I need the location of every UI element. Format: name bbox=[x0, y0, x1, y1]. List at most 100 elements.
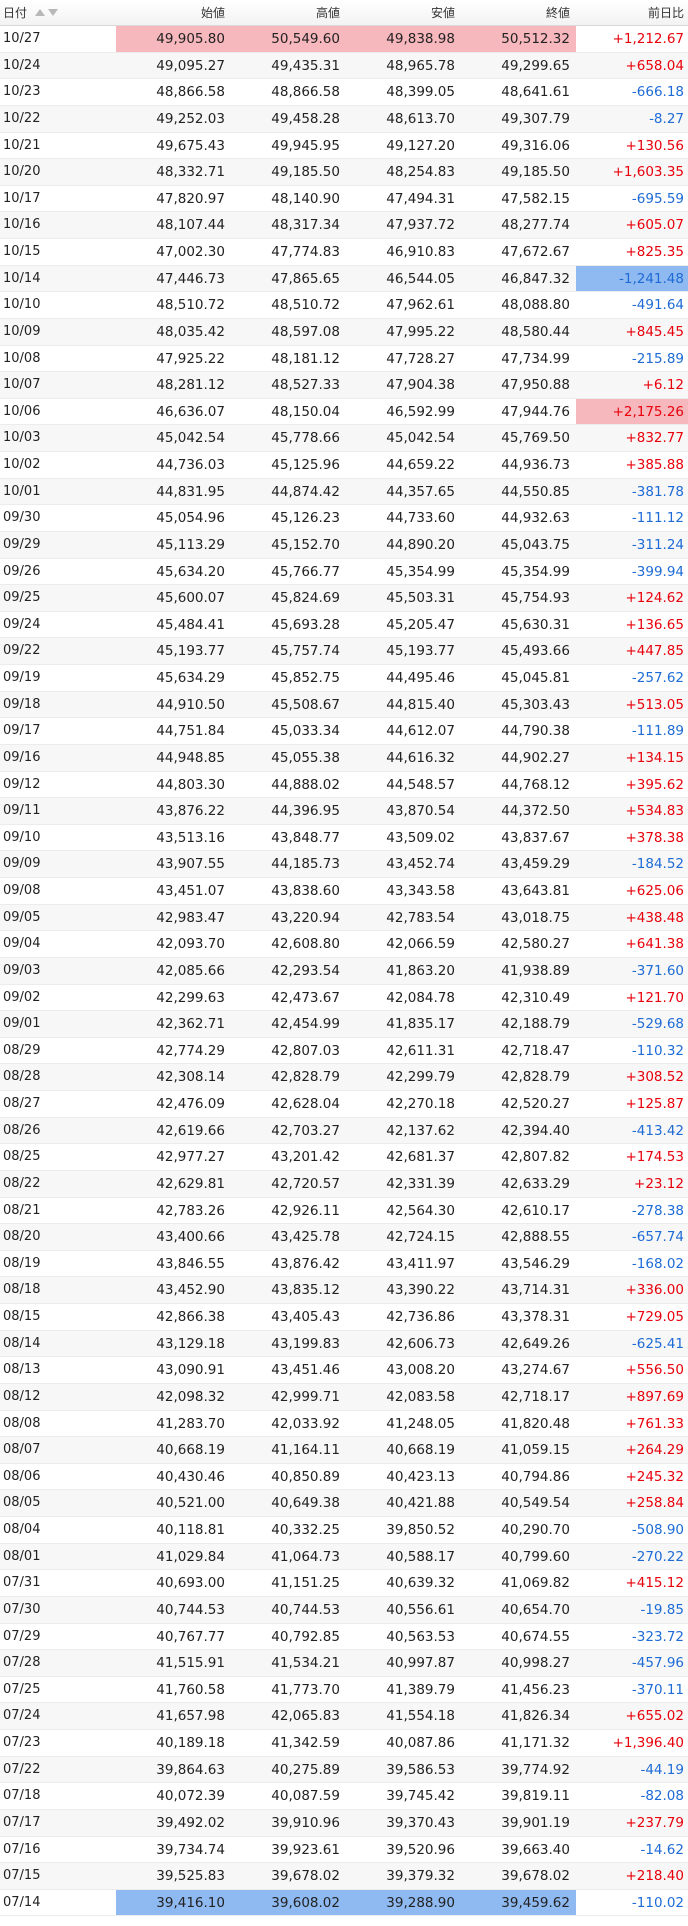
cell-date: 10/22 bbox=[3, 110, 41, 126]
cell-change: -44.19 bbox=[640, 1761, 684, 1778]
table-row: 07/31 40,693.00 41,151.25 40,639.32 41,069.8… bbox=[0, 1570, 688, 1597]
cell-high: 39,678.02 bbox=[271, 1868, 340, 1885]
table-row: 08/08 41,283.70 42,033.92 41,248.05 41,820.4… bbox=[0, 1411, 688, 1438]
cell-open: 39,864.63 bbox=[156, 1761, 225, 1778]
cell-low: 44,495.46 bbox=[386, 670, 455, 686]
column-header-change: 前日比 bbox=[647, 6, 684, 20]
cell-low: 40,668.19 bbox=[386, 1442, 455, 1459]
sort-descending-icon[interactable] bbox=[48, 9, 59, 16]
cell-date: 10/10 bbox=[3, 297, 41, 313]
cell-change: -8.27 bbox=[649, 110, 684, 127]
cell-change: -215.89 bbox=[631, 350, 684, 367]
cell-change: +245.32 bbox=[625, 1468, 684, 1485]
cell-date: 09/11 bbox=[3, 803, 41, 819]
cell-change: -323.72 bbox=[631, 1628, 684, 1645]
cell-high: 42,703.27 bbox=[271, 1122, 340, 1139]
cell-low: 49,127.20 bbox=[386, 137, 455, 154]
cell-date: 08/13 bbox=[3, 1362, 41, 1378]
cell-close: 43,546.29 bbox=[501, 1255, 570, 1272]
cell-date: 08/18 bbox=[3, 1282, 41, 1298]
cell-high: 45,852.75 bbox=[271, 670, 340, 686]
cell-date: 09/05 bbox=[3, 909, 41, 925]
cell-date: 07/15 bbox=[3, 1868, 41, 1884]
price-table: 日付 始値 高値 安値 終値 前日比 10/27 49,905.80 50,549.… bbox=[0, 0, 688, 1917]
cell-high: 39,910.96 bbox=[271, 1814, 340, 1831]
cell-high: 42,807.03 bbox=[271, 1042, 340, 1059]
table-row: 10/03 45,042.54 45,778.66 45,042.54 45,769.5… bbox=[0, 425, 688, 452]
cell-high: 45,152.70 bbox=[271, 536, 340, 553]
cell-low: 41,835.17 bbox=[386, 1016, 455, 1033]
date-header-label: 日付 bbox=[3, 5, 28, 20]
cell-change: -111.12 bbox=[631, 510, 684, 527]
cell-date: 08/27 bbox=[3, 1096, 41, 1111]
cell-low: 48,254.83 bbox=[386, 164, 455, 181]
cell-open: 44,910.50 bbox=[156, 696, 225, 713]
cell-low: 39,586.53 bbox=[386, 1761, 455, 1778]
table-row: 09/03 42,085.66 42,293.54 41,863.20 41,938.8… bbox=[0, 957, 688, 985]
cell-open: 40,693.00 bbox=[156, 1575, 225, 1592]
cell-change: +825.35 bbox=[625, 244, 684, 260]
cell-high: 40,744.53 bbox=[271, 1601, 340, 1618]
cell-high: 43,220.94 bbox=[271, 909, 340, 926]
cell-close: 47,734.99 bbox=[501, 350, 570, 367]
cell-open: 39,416.10 bbox=[116, 1889, 231, 1916]
cell-open: 42,977.27 bbox=[156, 1149, 225, 1166]
cell-high: 45,125.96 bbox=[271, 457, 340, 473]
cell-low: 43,870.54 bbox=[386, 803, 455, 820]
cell-low: 41,389.79 bbox=[386, 1681, 455, 1698]
cell-date: 08/25 bbox=[3, 1149, 41, 1165]
table-row: 08/14 43,129.18 43,199.83 42,606.73 42,649.2… bbox=[0, 1330, 688, 1358]
cell-high: 45,757.74 bbox=[271, 643, 340, 660]
cell-close: 40,794.86 bbox=[501, 1468, 570, 1485]
cell-close: 45,493.66 bbox=[501, 643, 570, 660]
table-row: 10/23 48,866.58 48,866.58 48,399.05 48,641.6… bbox=[0, 79, 688, 106]
cell-high: 43,876.42 bbox=[271, 1255, 340, 1272]
cell-high: 45,033.34 bbox=[271, 723, 340, 740]
table-row: 10/10 48,510.72 48,510.72 47,962.61 48,088.8… bbox=[0, 292, 688, 319]
column-header-date[interactable]: 日付 bbox=[0, 0, 116, 25]
cell-close: 42,718.47 bbox=[501, 1042, 570, 1059]
table-row: 08/18 43,452.90 43,835.12 43,390.22 43,714.3… bbox=[0, 1277, 688, 1304]
cell-close: 42,888.55 bbox=[501, 1229, 570, 1246]
table-row: 08/07 40,668.19 41,164.11 40,668.19 41,059.1… bbox=[0, 1437, 688, 1464]
cell-change: +264.29 bbox=[625, 1442, 684, 1459]
cell-close: 44,932.63 bbox=[501, 510, 570, 527]
cell-low: 43,343.58 bbox=[386, 883, 455, 899]
table-row: 08/04 40,118.81 40,332.25 39,850.52 40,290.7… bbox=[0, 1517, 688, 1544]
cell-close: 47,950.88 bbox=[501, 377, 570, 394]
cell-date: 08/28 bbox=[3, 1069, 41, 1085]
table-row: 07/16 39,734.74 39,923.61 39,520.96 39,663.4… bbox=[0, 1837, 688, 1864]
cell-change: +258.84 bbox=[625, 1495, 684, 1512]
cell-open: 42,362.71 bbox=[156, 1016, 225, 1033]
cell-change: -413.42 bbox=[631, 1122, 684, 1139]
cell-high: 45,824.69 bbox=[271, 590, 340, 607]
cell-close: 40,998.27 bbox=[501, 1655, 570, 1672]
cell-high: 42,033.92 bbox=[271, 1415, 340, 1432]
cell-open: 42,866.38 bbox=[156, 1309, 225, 1325]
column-header-high: 高値 bbox=[315, 6, 340, 20]
table-row: 09/09 43,907.55 44,185.73 43,452.74 43,459.2… bbox=[0, 851, 688, 878]
table-row: 07/17 39,492.02 39,910.96 39,370.43 39,901.1… bbox=[0, 1809, 688, 1837]
cell-low: 41,863.20 bbox=[386, 962, 455, 979]
table-header: 日付 始値 高値 安値 終値 前日比 bbox=[0, 0, 688, 26]
cell-low: 39,379.32 bbox=[386, 1868, 455, 1885]
cell-open: 42,085.66 bbox=[156, 962, 225, 979]
cell-high: 40,332.25 bbox=[271, 1522, 340, 1538]
cell-low: 47,937.72 bbox=[386, 217, 455, 234]
cell-open: 44,803.30 bbox=[156, 776, 225, 793]
cell-low: 45,042.54 bbox=[386, 430, 455, 447]
cell-date: 08/20 bbox=[3, 1229, 41, 1245]
table-row: 07/22 39,864.63 40,275.89 39,586.53 39,774.9… bbox=[0, 1756, 688, 1784]
sort-ascending-icon[interactable] bbox=[35, 9, 46, 16]
cell-low: 44,612.07 bbox=[386, 723, 455, 740]
cell-high: 41,773.70 bbox=[271, 1681, 340, 1698]
table-row: 09/17 44,751.84 45,033.34 44,612.07 44,790.3… bbox=[0, 718, 688, 745]
cell-date: 09/01 bbox=[3, 1016, 41, 1032]
cell-low: 44,733.60 bbox=[386, 510, 455, 527]
cell-change: -695.59 bbox=[631, 190, 684, 207]
cell-date: 07/28 bbox=[3, 1655, 41, 1671]
cell-high: 48,510.72 bbox=[271, 297, 340, 314]
cell-high: 48,527.33 bbox=[271, 377, 340, 394]
sort-controls[interactable] bbox=[35, 9, 59, 16]
cell-change: -14.62 bbox=[640, 1841, 684, 1858]
